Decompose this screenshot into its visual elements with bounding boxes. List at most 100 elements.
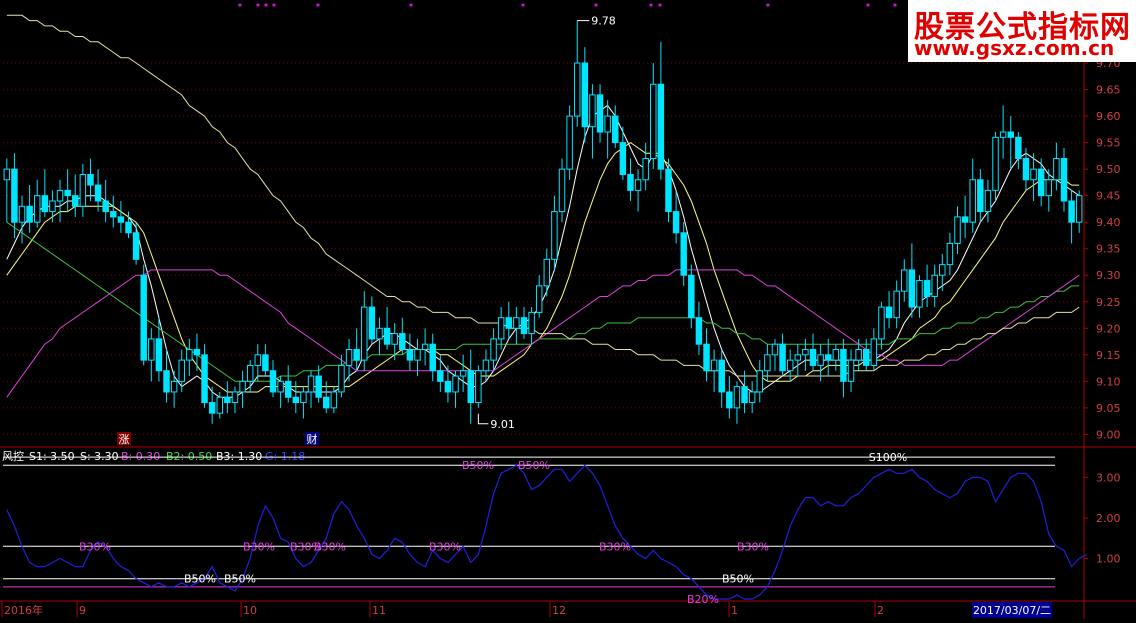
indicator-header-item: B3: 1.30 [216, 450, 262, 463]
candle-body [642, 158, 649, 181]
candle-body [178, 359, 185, 382]
candle-body [650, 83, 657, 160]
candle-body [977, 179, 984, 213]
candle-body [368, 306, 376, 340]
indicator-header-item: S1: 3.50 [29, 450, 75, 463]
top-star-marker: ✶ [593, 1, 600, 10]
candle-body [619, 142, 627, 175]
candle-body [923, 280, 931, 297]
candle-body [64, 189, 71, 197]
candle-body [680, 232, 687, 276]
time-axis-label: 10 [243, 604, 257, 617]
top-star-marker: ✶ [263, 1, 270, 10]
chart-svg: ✶ ✶ ✶ ✶ ✶ ✶ ✶ ✶ ✶ ✶ ✶ ✶ ✶9.009.059.109.159.209.259.3… [0, 0, 1136, 619]
time-axis-label: 1 [731, 604, 738, 617]
candle-body [475, 370, 482, 404]
candle-body [718, 359, 725, 393]
candle-body [589, 94, 596, 128]
candle-body [756, 370, 763, 393]
candle-body [163, 370, 170, 393]
candle-body [612, 115, 619, 144]
candle-body [186, 349, 193, 361]
candle-body [748, 391, 756, 404]
candle-body [307, 375, 315, 393]
candle-body [1015, 136, 1022, 160]
candle-body [885, 306, 893, 319]
candle-body [117, 216, 125, 223]
candle-body [1007, 131, 1014, 138]
candle-body [110, 211, 117, 218]
price-tick-label: 9.65 [1096, 84, 1121, 97]
candle-body [665, 168, 672, 213]
indicator-signal-label: B30% [79, 540, 111, 553]
price-tick-label: 9.60 [1096, 110, 1121, 123]
top-star-marker: ✶ [765, 1, 772, 10]
top-star-marker: ✶ [408, 1, 415, 10]
indicator-signal-label: B50% [518, 459, 550, 472]
indicator-signal-label: S100% [869, 451, 907, 464]
candle-body [148, 338, 155, 361]
watermark-url: www.gsxz.com.cn [914, 36, 1115, 60]
candle-body [840, 349, 847, 382]
top-star-marker: ✶ [237, 1, 244, 10]
candle-body [254, 354, 262, 366]
candle-body [231, 391, 239, 404]
candle-body [566, 115, 573, 170]
time-axis-label: 2 [877, 604, 884, 617]
indicator-signal-label: B30% [243, 540, 275, 553]
high-label: 9.78 [591, 15, 616, 28]
indicator-name: 风控 [2, 449, 24, 463]
candle-body [208, 402, 216, 414]
candle-body [102, 200, 109, 213]
candle-body [87, 173, 94, 186]
candle-body [1053, 158, 1060, 181]
candle-body [596, 94, 604, 133]
candle-body [969, 179, 976, 223]
candle-body [391, 333, 398, 345]
indicator-header-item: S: 3.30 [80, 450, 119, 463]
candle-body [79, 173, 87, 207]
candle-body [733, 386, 741, 409]
candle-body [901, 269, 908, 292]
candle-body [710, 359, 718, 372]
candle-body [688, 274, 695, 319]
indicator-signal-label: B30% [314, 540, 346, 553]
candle-body [627, 173, 634, 191]
top-star-marker: ✶ [520, 1, 527, 10]
candle-body [315, 375, 322, 398]
candle-body [931, 274, 938, 297]
candle-body [421, 343, 429, 351]
chart-root: ✶ ✶ ✶ ✶ ✶ ✶ ✶ ✶ ✶ ✶ ✶ ✶ ✶ 9.00 9.05 9.10 9.15 9.20 9.25 9.3… [0, 0, 1136, 619]
candle-body [41, 195, 49, 213]
candle-body [878, 306, 885, 340]
price-tick-label: 9.50 [1096, 163, 1121, 176]
indicator-tick-label: 2.00 [1096, 512, 1121, 525]
candle-body [703, 343, 710, 372]
candle-body [72, 195, 79, 207]
candle-body [870, 338, 878, 366]
candle-body [961, 216, 969, 223]
candle-body [1037, 168, 1045, 197]
candle-body [604, 115, 611, 133]
top-star-marker: ✶ [271, 1, 278, 10]
candle-body [535, 285, 543, 313]
time-axis-label: 11 [372, 604, 386, 617]
candle-body [984, 189, 992, 213]
indicator-signal-label: B50% [184, 573, 216, 586]
candle-body [490, 338, 497, 361]
candle-body [300, 391, 307, 404]
candle-body [482, 359, 490, 372]
candle-body [56, 189, 64, 202]
candle-body [802, 349, 809, 356]
candle-body [429, 343, 436, 372]
candle-body [1060, 158, 1068, 202]
candle-body [467, 370, 474, 404]
candle-body [672, 211, 680, 234]
candle-body [695, 317, 703, 345]
candle-body [361, 306, 368, 361]
price-tick-label: 9.55 [1096, 137, 1121, 150]
candle-body [946, 242, 954, 266]
candle-body [399, 333, 406, 351]
candle-body [277, 380, 284, 393]
top-star-marker: ✶ [657, 1, 664, 10]
